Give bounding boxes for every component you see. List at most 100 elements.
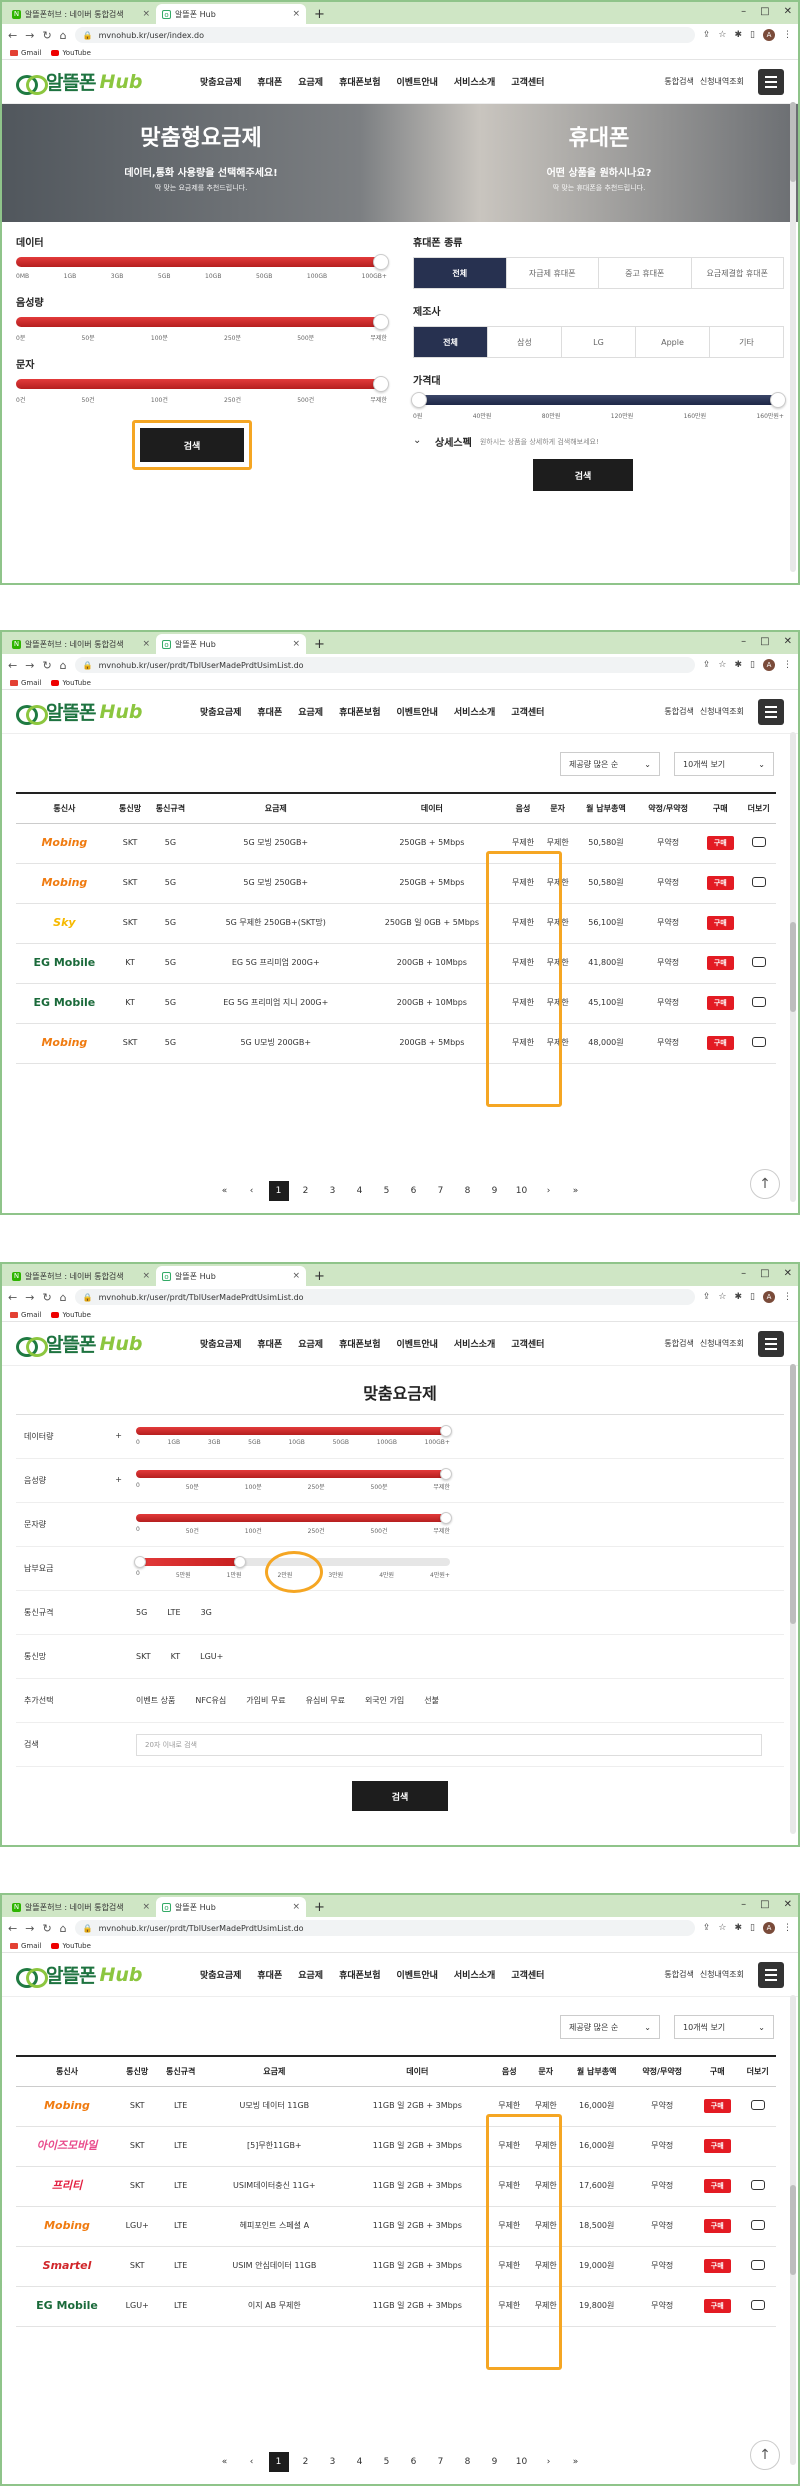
nav-insurance[interactable]: 휴대폰보험: [339, 705, 380, 718]
nav-event[interactable]: 이벤트안내: [397, 75, 438, 88]
buy-button[interactable]: 구매: [706, 875, 734, 891]
price-slider[interactable]: [411, 392, 786, 408]
buy-button[interactable]: 구매: [706, 1035, 734, 1051]
site-logo[interactable]: 알뜰폰 Hub: [16, 1961, 186, 1988]
bookmark-gmail[interactable]: Gmail: [10, 679, 41, 687]
phone-type-used[interactable]: 중고 휴대폰: [599, 258, 692, 288]
new-tab-button[interactable]: +: [306, 1900, 333, 1917]
nav-service[interactable]: 서비스소개: [454, 1337, 495, 1350]
chip-lte[interactable]: LTE: [167, 1608, 180, 1617]
buy-button[interactable]: 구매: [706, 955, 734, 971]
chip-nfc[interactable]: NFC유심: [195, 1695, 226, 1706]
nav-event[interactable]: 이벤트안내: [397, 705, 438, 718]
avatar[interactable]: A: [763, 1922, 775, 1934]
chip-prepaid[interactable]: 선불: [424, 1695, 439, 1706]
new-tab-button[interactable]: +: [306, 7, 333, 24]
share-icon[interactable]: ⇪: [703, 30, 711, 40]
sidebar-icon[interactable]: ▯: [750, 1292, 755, 1302]
nav-plan[interactable]: 요금제: [298, 75, 323, 88]
extension-icon[interactable]: ✱: [735, 660, 743, 670]
slider-handle-min[interactable]: [411, 392, 427, 408]
menu-dots-icon[interactable]: ⋮: [783, 1292, 792, 1302]
total-search-link[interactable]: 통합검색: [664, 1338, 693, 1349]
chip-free-join[interactable]: 가입비 무료: [246, 1695, 285, 1706]
chat-icon[interactable]: [751, 956, 766, 967]
detail-spec-toggle[interactable]: ⌄ 상세스펙 원하시는 상품을 상세하게 검색해보세요!: [413, 434, 784, 450]
buy-button[interactable]: 구매: [703, 2218, 731, 2234]
avatar[interactable]: A: [763, 659, 775, 671]
star-icon[interactable]: ☆: [718, 660, 726, 670]
page-scrollbar[interactable]: [790, 732, 796, 1202]
nav-custom-plan[interactable]: 맞춤요금제: [200, 1968, 241, 1981]
keyword-input[interactable]: 20자 이내로 검색: [136, 1733, 762, 1756]
chat-icon[interactable]: [751, 836, 766, 847]
chip-foreigner[interactable]: 외국인 가입: [365, 1695, 404, 1706]
page-scrollbar[interactable]: [790, 102, 796, 572]
page-number[interactable]: 5: [377, 1181, 397, 1201]
page-number[interactable]: 8: [458, 2452, 478, 2472]
chat-icon[interactable]: [750, 2259, 765, 2270]
page-number[interactable]: 6: [404, 2452, 424, 2472]
first-page-icon[interactable]: «: [215, 2452, 235, 2472]
nav-support[interactable]: 고객센터: [511, 705, 544, 718]
menu-icon[interactable]: [758, 68, 784, 95]
nav-insurance[interactable]: 휴대폰보험: [339, 1337, 380, 1350]
per-page-select[interactable]: 10개씩 보기 ⌄: [674, 2015, 774, 2039]
slider-handle[interactable]: [373, 314, 389, 330]
nav-phone[interactable]: 휴대폰: [257, 1337, 282, 1350]
tab-mvnohub[interactable]: o 알뜰폰 Hub ×: [156, 4, 306, 24]
scroll-thumb[interactable]: [790, 922, 796, 1012]
chip-kt[interactable]: KT: [171, 1652, 181, 1661]
url-field[interactable]: 🔒 mvnohub.kr/user/index.do: [74, 27, 695, 43]
nav-insurance[interactable]: 휴대폰보험: [339, 1968, 380, 1981]
chip-event[interactable]: 이벤트 상품: [136, 1695, 175, 1706]
minimize-icon[interactable]: –: [741, 1899, 746, 1910]
page-number[interactable]: 2: [296, 1181, 316, 1201]
last-page-icon[interactable]: »: [566, 1181, 586, 1201]
url-field[interactable]: 🔒 mvnohub.kr/user/prdt/TblUserMadePrdtUsi…: [74, 657, 695, 673]
forward-icon[interactable]: →: [25, 659, 34, 672]
page-number[interactable]: 3: [323, 1181, 343, 1201]
page-number[interactable]: 1: [268, 2452, 289, 2472]
chip-5g[interactable]: 5G: [136, 1608, 147, 1617]
scroll-thumb[interactable]: [790, 102, 796, 182]
page-number[interactable]: 10: [512, 2452, 532, 2472]
close-icon[interactable]: ×: [142, 639, 150, 649]
last-page-icon[interactable]: »: [566, 2452, 586, 2472]
hero-custom-plan[interactable]: 맞춤형요금제 데이터,통화 사용량을 선택해주세요! 딱 맞는 요금제를 추천드…: [2, 104, 400, 222]
close-icon[interactable]: ×: [142, 1902, 150, 1912]
tab-mvnohub[interactable]: o 알뜰폰 Hub ×: [156, 1897, 306, 1917]
maximize-icon[interactable]: □: [760, 1268, 769, 1279]
nav-service[interactable]: 서비스소개: [454, 75, 495, 88]
page-number[interactable]: 7: [431, 2452, 451, 2472]
maximize-icon[interactable]: □: [760, 1899, 769, 1910]
slider-handle[interactable]: [440, 1468, 452, 1480]
url-field[interactable]: 🔒 mvnohub.kr/user/prdt/TblUserMadePrdtUsi…: [74, 1920, 695, 1936]
menu-dots-icon[interactable]: ⋮: [783, 660, 792, 670]
total-search-link[interactable]: 통합검색: [664, 706, 693, 717]
page-number[interactable]: 4: [350, 1181, 370, 1201]
nav-phone[interactable]: 휴대폰: [257, 1968, 282, 1981]
nav-plan[interactable]: 요금제: [298, 705, 323, 718]
slider-handle-min[interactable]: [134, 1556, 146, 1568]
page-scrollbar[interactable]: [790, 1995, 796, 2465]
close-window-icon[interactable]: ✕: [784, 6, 792, 17]
total-search-link[interactable]: 통합검색: [664, 76, 693, 87]
bookmark-youtube[interactable]: YouTube: [51, 1311, 91, 1319]
maximize-icon[interactable]: □: [760, 6, 769, 17]
menu-dots-icon[interactable]: ⋮: [783, 1923, 792, 1933]
slider-handle[interactable]: [373, 254, 389, 270]
menu-icon[interactable]: [758, 698, 784, 725]
nav-phone[interactable]: 휴대폰: [257, 75, 282, 88]
slider-handle-max[interactable]: [234, 1556, 246, 1568]
close-icon[interactable]: ×: [292, 639, 300, 649]
prev-page-icon[interactable]: ‹: [242, 2452, 262, 2472]
next-page-icon[interactable]: ›: [539, 1181, 559, 1201]
sort-select[interactable]: 제공량 많은 순 ⌄: [560, 752, 660, 776]
scroll-thumb[interactable]: [790, 1364, 796, 1624]
sms-slider[interactable]: [16, 376, 389, 392]
close-window-icon[interactable]: ✕: [784, 1268, 792, 1279]
nav-service[interactable]: 서비스소개: [454, 705, 495, 718]
nav-plan[interactable]: 요금제: [298, 1968, 323, 1981]
new-tab-button[interactable]: +: [306, 637, 333, 654]
